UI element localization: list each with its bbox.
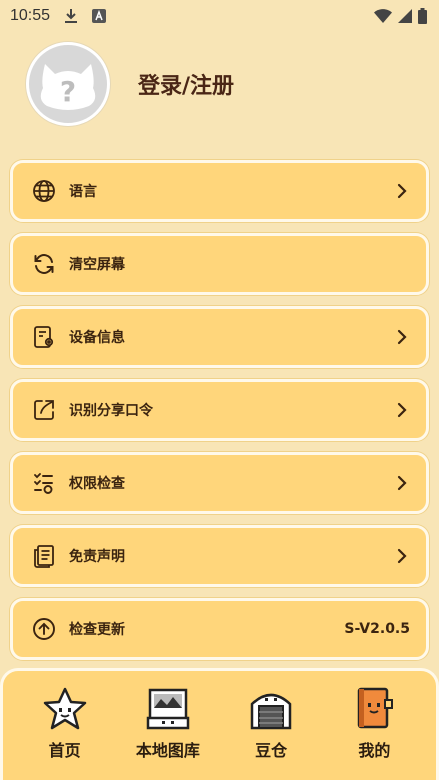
svg-text:?: ?	[60, 75, 76, 108]
menu-item-disclaimer[interactable]: 免责声明	[10, 525, 429, 587]
chevron-right-icon	[394, 547, 410, 565]
wifi-icon	[374, 9, 392, 23]
book-face-icon	[350, 685, 398, 733]
tab-mine[interactable]: 我的	[327, 685, 422, 780]
menu-item-device-info[interactable]: 设备信息	[10, 306, 429, 368]
status-time: 10:55	[10, 7, 51, 24]
permission-check-icon	[31, 470, 57, 496]
menu-item-permission-check[interactable]: 权限检查	[10, 452, 429, 514]
chevron-right-icon	[394, 474, 410, 492]
battery-icon	[418, 8, 427, 24]
star-face-icon	[41, 685, 89, 733]
question-mark-icon: ?	[40, 64, 96, 110]
menu-item-label: 清空屏幕	[69, 257, 125, 273]
download-icon	[64, 8, 78, 24]
refresh-icon	[31, 251, 57, 277]
upload-icon	[31, 616, 57, 642]
a-box-icon	[92, 9, 107, 23]
globe-icon	[31, 178, 57, 204]
settings-menu: 语言 清空屏幕 设备信息 识别分享口令 权限检查 免责声明 检查更新 S-V2.…	[10, 160, 429, 671]
device-settings-icon	[31, 324, 57, 350]
version-label: S-V2.0.5	[344, 621, 410, 637]
menu-item-label: 权限检查	[69, 476, 125, 492]
document-icon	[31, 543, 57, 569]
menu-item-label: 识别分享口令	[69, 403, 153, 419]
tab-label: 首页	[48, 741, 81, 760]
menu-item-language[interactable]: 语言	[10, 160, 429, 222]
status-bar: 10:55	[0, 0, 439, 32]
chevron-right-icon	[394, 182, 410, 200]
menu-item-label: 免责声明	[69, 549, 125, 565]
menu-item-label: 语言	[69, 184, 97, 200]
profile-header[interactable]: ? 登录/注册	[26, 42, 234, 126]
menu-item-label: 检查更新	[69, 622, 125, 638]
tab-home[interactable]: 首页	[17, 685, 112, 780]
share-code-icon	[31, 397, 57, 423]
menu-item-clear-screen[interactable]: 清空屏幕	[10, 233, 429, 295]
tab-local-gallery[interactable]: 本地图库	[120, 685, 215, 780]
tab-label: 本地图库	[135, 741, 200, 760]
avatar[interactable]: ?	[26, 42, 110, 126]
tab-warehouse[interactable]: 豆仓	[224, 685, 319, 780]
menu-item-check-update[interactable]: 检查更新 S-V2.0.5	[10, 598, 429, 660]
gallery-icon	[144, 685, 192, 733]
chevron-right-icon	[394, 401, 410, 419]
chevron-right-icon	[394, 328, 410, 346]
signal-icon	[398, 9, 412, 23]
menu-item-label: 设备信息	[69, 330, 125, 346]
login-register-link[interactable]: 登录/注册	[138, 68, 234, 100]
bottom-tab-bar: 首页 本地图库 豆仓 我的	[0, 668, 439, 780]
tab-label: 我的	[358, 741, 391, 760]
tab-label: 豆仓	[255, 741, 288, 760]
menu-item-share-code[interactable]: 识别分享口令	[10, 379, 429, 441]
warehouse-icon	[247, 685, 295, 733]
